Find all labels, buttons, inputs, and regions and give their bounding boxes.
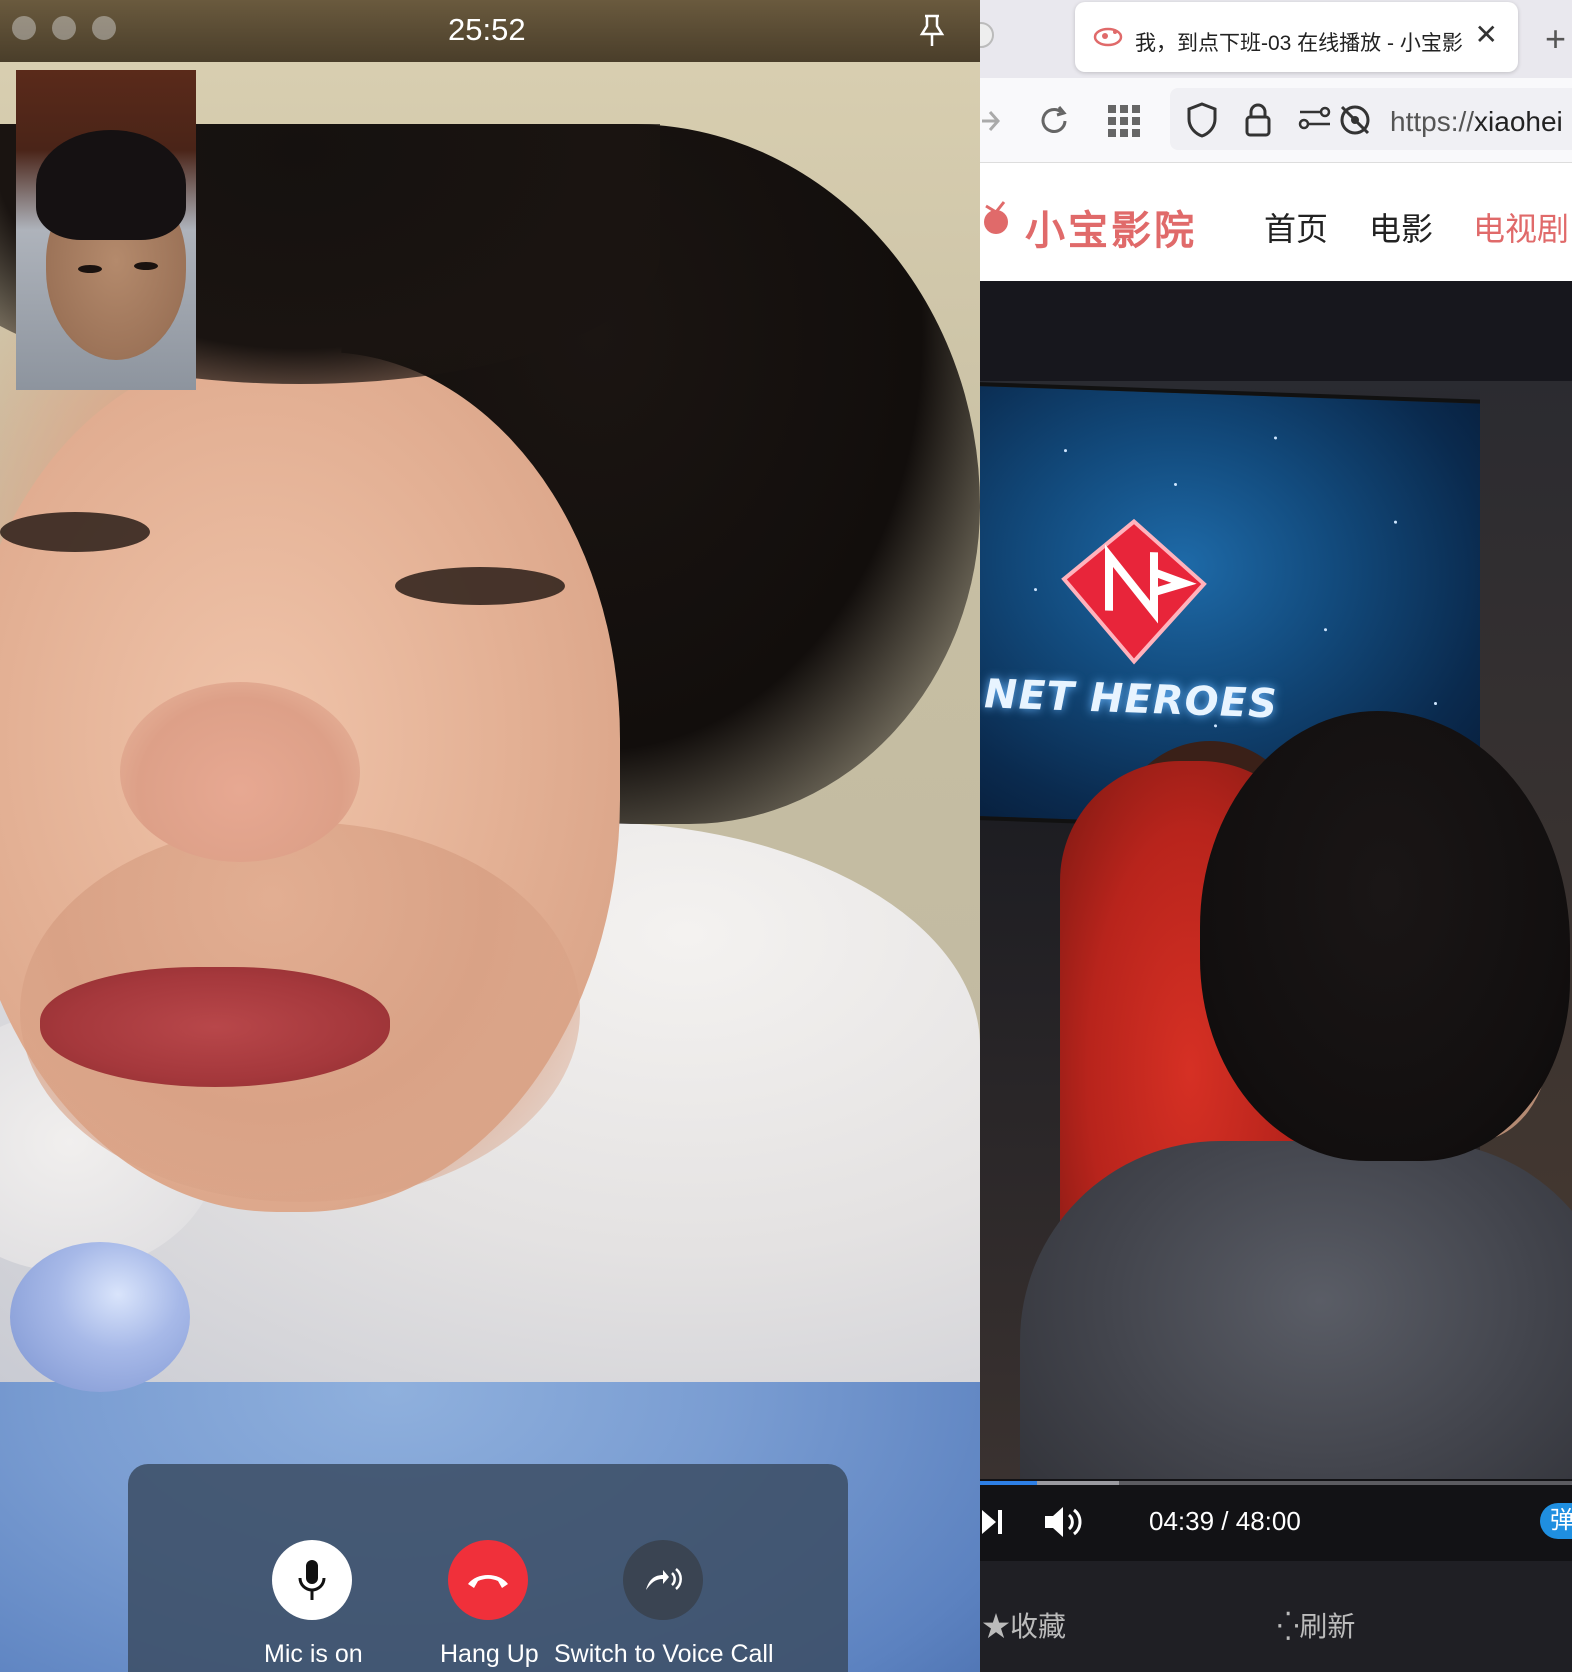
loading-dots-icon: ⁛ bbox=[1277, 1611, 1300, 1642]
url-text[interactable]: https://xiaohei bbox=[1390, 106, 1563, 138]
apps-grid-icon[interactable] bbox=[1107, 104, 1141, 143]
switch-to-voice-button[interactable] bbox=[623, 1540, 703, 1620]
nav-movies[interactable]: 电影 bbox=[1369, 204, 1433, 250]
video-frame[interactable]: NET HEROES bbox=[980, 381, 1572, 1479]
scene-toggle-button bbox=[10, 1242, 190, 1392]
pin-icon[interactable] bbox=[918, 14, 946, 53]
scene-self-hair bbox=[36, 130, 186, 240]
nav-tv-series[interactable]: 电视剧 bbox=[1473, 204, 1569, 250]
voice-call-label: Switch to Voice Call bbox=[554, 1640, 774, 1668]
mic-label: Mic is on bbox=[264, 1640, 363, 1668]
playback-time: 04:39 / 48:00 bbox=[1149, 1506, 1301, 1536]
tab-close-icon[interactable]: ✕ bbox=[1475, 18, 1498, 51]
favorite-button[interactable]: ★收藏 bbox=[982, 1605, 1066, 1645]
minimize-window-button[interactable] bbox=[52, 16, 76, 40]
scene-eye-right bbox=[395, 567, 565, 605]
next-episode-icon[interactable] bbox=[980, 1506, 1006, 1543]
scene-nose bbox=[120, 682, 360, 862]
star-icon: ★ bbox=[982, 1611, 1011, 1642]
microphone-icon bbox=[298, 1560, 326, 1600]
refresh-button[interactable]: ⁛刷新 bbox=[1277, 1605, 1355, 1645]
new-tab-button[interactable]: + bbox=[1545, 18, 1566, 60]
browser-tab-active[interactable]: 我，到点下班-03 在线播放 - 小宝影 ✕ bbox=[1075, 2, 1518, 72]
mic-button[interactable] bbox=[272, 1540, 352, 1620]
voice-call-icon bbox=[646, 1568, 682, 1590]
tab-title: 我，到点下班-03 在线播放 - 小宝影 bbox=[1135, 32, 1463, 55]
scene-lips bbox=[40, 967, 390, 1087]
lock-icon[interactable] bbox=[1244, 102, 1272, 143]
hang-up-button[interactable] bbox=[448, 1540, 528, 1620]
call-timer: 25:52 bbox=[448, 12, 526, 47]
site-logo[interactable]: 小宝影院 bbox=[1025, 198, 1197, 256]
progress-fill[interactable] bbox=[980, 1481, 1038, 1485]
tracking-blocked-icon[interactable] bbox=[1337, 102, 1373, 143]
volume-icon[interactable] bbox=[1043, 1503, 1085, 1546]
danmu-toggle-button[interactable]: 弹 bbox=[1540, 1503, 1572, 1539]
permissions-icon[interactable] bbox=[1298, 104, 1332, 139]
call-title-bar: 25:52 bbox=[0, 0, 980, 62]
nav-home[interactable]: 首页 bbox=[1264, 204, 1328, 250]
phone-hangup-icon bbox=[468, 1575, 508, 1588]
close-window-button[interactable] bbox=[12, 16, 36, 40]
reload-icon[interactable] bbox=[1037, 104, 1071, 143]
player-header bbox=[980, 281, 1572, 381]
hang-up-label: Hang Up bbox=[440, 1640, 539, 1668]
shield-icon[interactable] bbox=[1186, 102, 1218, 143]
page-bottom-bar bbox=[980, 1561, 1572, 1672]
scene-eye-left bbox=[0, 512, 150, 552]
net-heroes-logo-icon bbox=[1061, 518, 1207, 665]
scene-person-hoodie bbox=[1020, 1141, 1572, 1479]
zoom-window-button[interactable] bbox=[92, 16, 116, 40]
site-logo-icon bbox=[980, 198, 1016, 247]
site-favicon-icon bbox=[1093, 26, 1123, 53]
scene-text: NET HEROES bbox=[984, 671, 1278, 728]
self-view-pip[interactable] bbox=[16, 70, 196, 390]
facetime-window: 25:52 Mic is on Hang Up Switch to Voice … bbox=[0, 0, 980, 1672]
forward-arrow-icon[interactable] bbox=[980, 104, 1002, 143]
